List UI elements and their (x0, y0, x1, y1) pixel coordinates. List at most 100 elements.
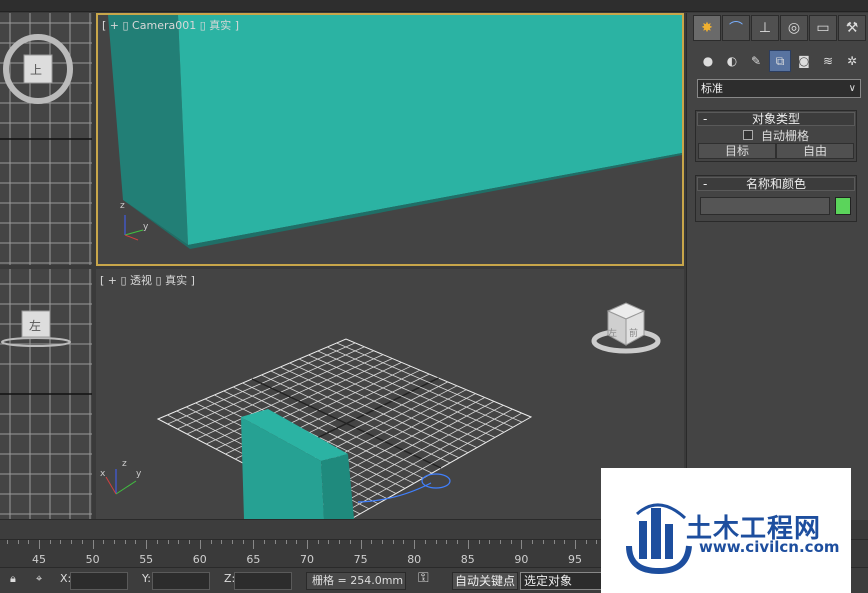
timeline-tick-label: 60 (192, 553, 207, 566)
name-row (696, 192, 856, 221)
timeline-tick (242, 540, 244, 544)
timeline-tick (328, 540, 330, 544)
create-tab-icon[interactable]: ✸ (693, 15, 721, 41)
app-window: 上 [ + ▯ Camera001 ▯ 真实 ] z y 左 左 前 [+ ▯… (0, 0, 868, 593)
x-coordinate-input[interactable] (70, 572, 128, 590)
timeline-tick-label: 65 (246, 553, 261, 566)
object-name-input[interactable] (700, 197, 830, 215)
lock-icon[interactable]: 🔒︎ (10, 572, 16, 586)
viewport-left[interactable]: 左 (0, 269, 92, 519)
timeline-tick (317, 540, 319, 544)
top-strip (0, 0, 868, 12)
timeline-tick (542, 540, 544, 544)
timeline-tick (253, 540, 255, 549)
chevron-down-icon: ∨ (848, 83, 856, 94)
axis-z-label: z (120, 201, 125, 211)
viewport-top[interactable]: 上 (0, 13, 92, 265)
timeline-tick (307, 540, 308, 549)
camera-scene (108, 15, 682, 249)
timeline-tick (585, 540, 587, 544)
timeline-tick (339, 540, 341, 544)
timeline-tick-label: 80 (407, 553, 422, 566)
motion-tab-icon[interactable]: ◎ (780, 15, 808, 41)
timeline-tick (135, 540, 137, 544)
autogrid-checkbox[interactable] (742, 130, 753, 140)
lights-subtab-icon[interactable]: ✎ (745, 50, 767, 72)
cameras-subtab-icon[interactable]: ⧉ (769, 50, 791, 72)
rollout-name-color: - 名称和颜色 (695, 175, 857, 222)
hierarchy-tab-icon[interactable]: ⊥ (751, 15, 779, 41)
camera-viewport-label[interactable]: [ + ▯ Camera001 ▯ 真实 ] (102, 17, 239, 33)
timeline-tick (403, 540, 405, 544)
persp-axis-x-label: x (100, 469, 106, 479)
timeline-tick (296, 540, 298, 544)
display-tab-icon[interactable]: ▭ (809, 15, 837, 41)
viewport-camera[interactable]: [ + ▯ Camera001 ▯ 真实 ] z y (96, 13, 684, 266)
timeline-tick (596, 540, 598, 544)
object-color-swatch[interactable] (835, 197, 851, 215)
target-camera-button[interactable]: 目标 (698, 143, 776, 159)
timeline-tick-label: 45 (32, 553, 46, 566)
autokey-button[interactable]: 自动关键点 (452, 572, 518, 590)
timeline-tick (17, 540, 19, 544)
category-dropdown-value: 标准 (701, 82, 723, 95)
persp-cube-face-left: 左 (608, 329, 618, 339)
z-coordinate-input[interactable] (234, 572, 292, 590)
timeline-tick (382, 540, 384, 544)
track-bar[interactable] (0, 519, 686, 539)
timeline-tick (489, 540, 491, 544)
systems-subtab-icon[interactable]: ✲ (841, 50, 863, 72)
rollout-object-type: - 对象类型 自动栅格 目标 自由 (695, 110, 857, 162)
timeline-tick (360, 540, 362, 549)
timeline-tick (124, 540, 126, 544)
shapes-subtab-icon[interactable]: ◐ (721, 50, 743, 72)
persp-cube-face-front: 前 (629, 329, 639, 339)
viewcube-top-face: 上 (30, 63, 43, 77)
category-dropdown[interactable]: 标准 ∨ (697, 79, 861, 98)
relative-mode-icon[interactable]: ⌖ (36, 572, 42, 586)
rollout-name-color-header[interactable]: - 名称和颜色 (697, 177, 855, 191)
timeline-tick (510, 540, 512, 544)
timeline-tick (532, 540, 534, 544)
helpers-subtab-icon[interactable]: ◙ (793, 50, 815, 72)
timeline-tick (81, 540, 83, 544)
free-camera-button[interactable]: 自由 (776, 143, 854, 159)
timeline-tick (39, 540, 40, 549)
geometry-subtab-icon[interactable]: ● (697, 50, 719, 72)
rollout-object-type-title: 对象类型 (751, 112, 800, 126)
timeline-tick (478, 540, 480, 544)
timeline-tick (49, 540, 51, 544)
selection-set-dropdown[interactable]: 选定对象 (520, 572, 606, 590)
watermark: 土木工程网 www.civilcn.com (601, 468, 851, 593)
timeline-tick-label: 95 (568, 553, 582, 566)
viewcube-perspective[interactable] (591, 302, 661, 354)
rollout-object-type-header[interactable]: - 对象类型 (697, 112, 855, 126)
timeline-tick-label: 85 (460, 553, 475, 566)
timeline-tick (71, 540, 73, 544)
panel-subtabs: ● ◐ ✎ ⧉ ◙ ≋ ✲ (697, 50, 865, 74)
viewport-perspective[interactable]: 左 前 [ + ▯ 透视 ▯ 真实 ] z y x (96, 269, 684, 519)
axis-y-label: y (143, 222, 149, 232)
rollout-name-color-title: 名称和颜色 (745, 177, 806, 191)
timeline-tick (274, 540, 276, 544)
perspective-viewport-label[interactable]: [ + ▯ 透视 ▯ 真实 ] (100, 272, 195, 288)
timeline-tick (264, 540, 266, 544)
key-icon[interactable]: ⚿ (418, 570, 429, 586)
timeline-tick-label: 50 (85, 553, 100, 566)
timeline-tick (60, 540, 62, 544)
timeline-tick (424, 540, 426, 544)
y-coordinate-input[interactable] (152, 572, 210, 590)
timeline-tick (435, 540, 437, 544)
timeline-tick (114, 540, 116, 544)
panel-tabs: ✸ ⌒ ⊥ ◎ ▭ ⚒ (693, 15, 867, 43)
object-type-buttons: 目标 自由 (696, 143, 856, 161)
timeline-tick (199, 540, 201, 549)
spacewarps-subtab-icon[interactable]: ≋ (817, 50, 839, 72)
autogrid-label: 自动栅格 (760, 128, 809, 143)
timeline-tick (446, 540, 448, 544)
timeline-tick (103, 540, 105, 544)
collapse-icon: - (703, 177, 708, 191)
utilities-tab-icon[interactable]: ⚒ (838, 15, 866, 41)
timeline-tick (575, 540, 576, 549)
modify-tab-icon[interactable]: ⌒ (722, 15, 750, 41)
